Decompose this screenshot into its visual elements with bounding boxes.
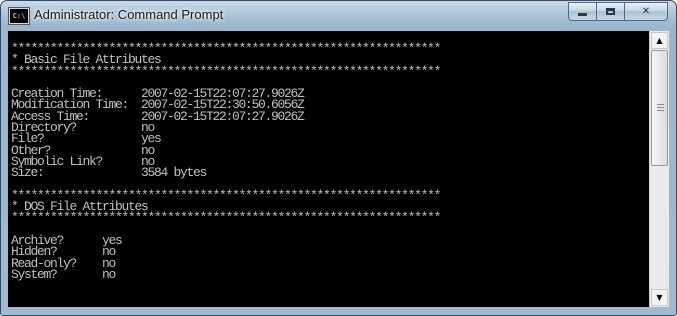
minimize-button[interactable]	[568, 2, 597, 21]
command-prompt-window: C:\ Administrator: Command Prompt ✕ ****…	[0, 0, 677, 316]
maximize-button[interactable]	[597, 2, 625, 21]
grip-line	[657, 110, 664, 111]
console-line: Size: 3584 bytes	[11, 165, 207, 181]
maximize-icon	[606, 8, 615, 15]
console-line: ****************************************…	[11, 63, 441, 79]
scroll-down-button[interactable]: ▼	[651, 289, 668, 306]
caption-buttons: ✕	[568, 2, 668, 21]
window-title: Administrator: Command Prompt	[34, 7, 224, 22]
command-prompt-icon[interactable]: C:\	[9, 8, 29, 24]
minimize-icon	[578, 13, 587, 16]
vertical-scrollbar[interactable]: ▲ ▼	[649, 31, 669, 307]
grip-line	[657, 104, 664, 105]
title-bar[interactable]: C:\ Administrator: Command Prompt ✕	[1, 1, 676, 31]
console-line: ****************************************…	[11, 210, 441, 226]
arrow-up-icon: ▲	[656, 35, 663, 45]
arrow-down-icon: ▼	[656, 292, 663, 302]
close-button[interactable]: ✕	[625, 2, 668, 21]
scroll-up-button[interactable]: ▲	[651, 32, 668, 49]
console-output[interactable]: ****************************************…	[8, 31, 649, 307]
grip-line	[657, 107, 664, 108]
console-line: System? no	[11, 266, 116, 282]
close-icon: ✕	[641, 5, 651, 17]
scrollbar-thumb[interactable]	[651, 50, 668, 166]
